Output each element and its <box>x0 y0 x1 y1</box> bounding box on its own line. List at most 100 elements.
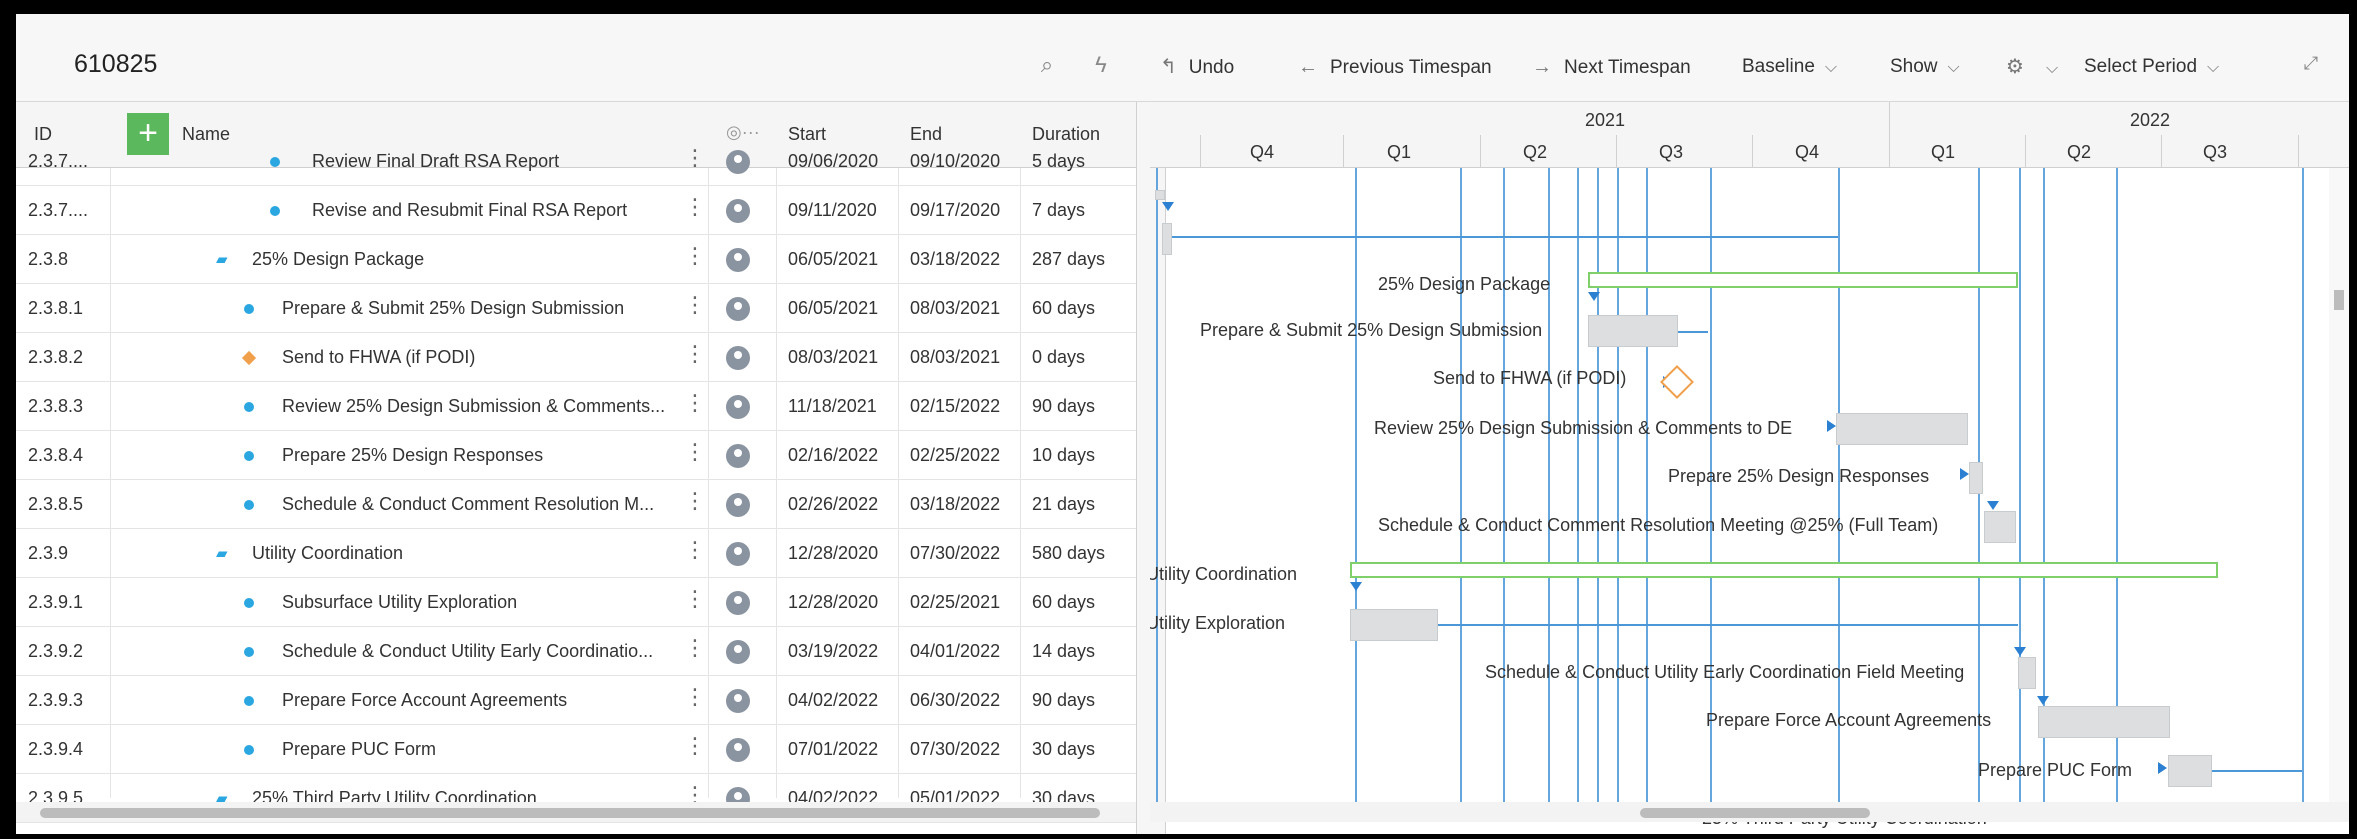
row-menu-icon[interactable]: ⋮ <box>684 343 706 365</box>
row-menu-icon[interactable]: ⋮ <box>684 637 706 659</box>
start-date: 07/01/2022 <box>788 739 879 759</box>
task-bar[interactable] <box>1969 462 1983 494</box>
task-id: 2.3.7.... <box>28 151 89 171</box>
avatar[interactable] <box>726 542 750 566</box>
row-menu-icon[interactable]: ⋮ <box>684 294 706 316</box>
dependency-line <box>2302 168 2304 808</box>
task-bar[interactable] <box>1155 190 1165 200</box>
duration: 90 days <box>1032 396 1096 416</box>
table-row[interactable]: 2.3.8.5 Schedule & Conduct Comment Resolu… <box>16 480 1136 529</box>
avatar[interactable] <box>726 150 750 174</box>
task-bar[interactable] <box>1162 223 1172 255</box>
next-timespan-button[interactable]: → Next Timespan <box>1532 54 1691 80</box>
row-menu-icon[interactable]: ⋮ <box>684 490 706 512</box>
table-row[interactable]: 2.3.8.2 Send to FHWA (if PODI) ⋮ 08/03/2021… <box>16 333 1136 382</box>
gantt-label: Utility Exploration <box>1150 613 1286 633</box>
milestone-diamond[interactable] <box>1660 365 1694 399</box>
avatar[interactable] <box>726 493 750 517</box>
table-row[interactable]: 2.3.9 ▰ Utility Coordination ⋮ 12/28/2020 07/… <box>16 529 1136 578</box>
summary-bar[interactable] <box>1350 562 2218 578</box>
task-bar[interactable] <box>1588 315 1678 347</box>
end-date: 08/03/2021 <box>910 347 1001 367</box>
baseline-dropdown[interactable]: Baseline ⌵ <box>1742 54 1837 80</box>
task-bar[interactable] <box>1350 609 1438 641</box>
select-period-dropdown[interactable]: Select Period ⌵ <box>2084 54 2219 80</box>
undo-button[interactable]: ↰ Undo <box>1160 54 1234 80</box>
row-menu-icon[interactable]: ⋮ <box>684 196 706 218</box>
start-date: 12/28/2020 <box>788 543 879 563</box>
gantt-label: Schedule & Conduct Comment Resolution Me… <box>1378 515 1939 535</box>
end-date: 02/25/2021 <box>910 592 1001 612</box>
table-row[interactable]: 2.3.8 ▰ 25% Design Package ⋮ 06/05/2021 03/18… <box>16 235 1136 284</box>
avatar[interactable] <box>726 444 750 468</box>
row-menu-icon[interactable]: ⋮ <box>684 735 706 757</box>
grid-horizontal-scrollbar[interactable] <box>16 802 1136 822</box>
task-bar[interactable] <box>2168 755 2212 787</box>
show-dropdown[interactable]: Show ⌵ <box>1890 54 1960 80</box>
summary-bar[interactable] <box>1588 272 2018 288</box>
task-bar[interactable] <box>1836 413 1968 445</box>
avatar[interactable] <box>726 640 750 664</box>
duration: 60 days <box>1032 298 1096 318</box>
task-bar[interactable] <box>2018 657 2036 689</box>
row-menu-icon[interactable]: ⋮ <box>684 441 706 463</box>
avatar[interactable] <box>726 591 750 615</box>
task-name: Utility Coordination <box>252 543 404 563</box>
gantt-vertical-scrollbar[interactable] <box>2329 168 2349 808</box>
avatar[interactable] <box>726 689 750 713</box>
task-name: Prepare Force Account Agreements <box>282 690 568 710</box>
table-row[interactable]: 2.3.7.... Review Final Draft RSA Report ⋮ 0… <box>16 137 1136 186</box>
scrollbar-thumb[interactable] <box>2334 290 2344 310</box>
folder-icon[interactable]: ▰ <box>216 250 234 268</box>
arrow-down-icon <box>1588 292 1600 301</box>
gantt-label: Review 25% Design Submission & Comments … <box>1374 418 1793 438</box>
task-bar[interactable] <box>1984 511 2016 543</box>
table-row[interactable]: 2.3.9.3 Prepare Force Account Agreements ⋮… <box>16 676 1136 725</box>
table-row[interactable]: 2.3.8.3 Review 25% Design Submission & Co… <box>16 382 1136 431</box>
timeline-header: 2021 2022 Q4 Q1 Q2 Q3 Q4 Q1 Q2 Q3 <box>1150 102 2349 168</box>
avatar[interactable] <box>726 248 750 272</box>
avatar[interactable] <box>726 395 750 419</box>
quarter-label: Q2 <box>1523 142 1548 162</box>
gantt-label: Prepare & Submit 25% Design Submission <box>1200 320 1543 340</box>
task-name: Prepare PUC Form <box>282 739 437 759</box>
task-name: Review 25% Design Submission & Comments.… <box>282 396 666 416</box>
row-menu-icon[interactable]: ⋮ <box>684 392 706 414</box>
search-icon[interactable]: ⌕ <box>1034 52 1060 78</box>
quarter-divider <box>2161 135 2162 168</box>
row-menu-icon[interactable]: ⋮ <box>684 588 706 610</box>
table-row[interactable]: 2.3.8.1 Prepare & Submit 25% Design Submi… <box>16 284 1136 333</box>
end-date: 06/30/2022 <box>910 690 1001 710</box>
table-row[interactable]: 2.3.9.2 Schedule & Conduct Utility Early … <box>16 627 1136 676</box>
arrow-down-icon <box>2037 696 2049 705</box>
table-row[interactable]: 2.3.8.4 Prepare 25% Design Responses ⋮ 02/1… <box>16 431 1136 480</box>
folder-icon[interactable]: ▰ <box>216 544 234 562</box>
previous-timespan-button[interactable]: ← Previous Timespan <box>1298 54 1492 80</box>
quarter-divider <box>1889 135 1890 168</box>
avatar[interactable] <box>726 297 750 321</box>
task-name: 25% Design Package <box>252 249 425 269</box>
expand-icon[interactable]: ⤢ <box>2298 50 2324 76</box>
row-menu-icon[interactable]: ⋮ <box>684 245 706 267</box>
task-name: Review Final Draft RSA Report <box>312 151 560 171</box>
table-row[interactable]: 2.3.7.... Revise and Resubmit Final RSA R… <box>16 186 1136 235</box>
row-menu-icon[interactable]: ⋮ <box>684 147 706 169</box>
settings-dropdown[interactable]: ⚙ ⌵ <box>2006 54 2058 80</box>
table-row[interactable]: 2.3.9.4 Prepare PUC Form ⋮ 07/01/2022 07/30/… <box>16 725 1136 774</box>
row-menu-icon[interactable]: ⋮ <box>684 539 706 561</box>
quarter-divider <box>1343 135 1344 168</box>
avatar[interactable] <box>726 199 750 223</box>
arrow-down-icon <box>1350 582 1362 591</box>
row-menu-icon[interactable]: ⋮ <box>684 686 706 708</box>
lightning-icon[interactable]: ϟ <box>1088 52 1114 78</box>
scrollbar-thumb[interactable] <box>1640 808 1870 818</box>
avatar[interactable] <box>726 346 750 370</box>
task-dot-icon <box>244 500 254 510</box>
end-date: 03/18/2022 <box>910 494 1001 514</box>
task-id: 2.3.9.1 <box>28 592 84 612</box>
table-row[interactable]: 2.3.9.1 Subsurface Utility Exploration ⋮ 12… <box>16 578 1136 627</box>
avatar[interactable] <box>726 738 750 762</box>
task-bar[interactable] <box>2038 706 2170 738</box>
gantt-horizontal-scrollbar[interactable] <box>1150 802 2349 822</box>
scrollbar-thumb[interactable] <box>40 808 1100 818</box>
